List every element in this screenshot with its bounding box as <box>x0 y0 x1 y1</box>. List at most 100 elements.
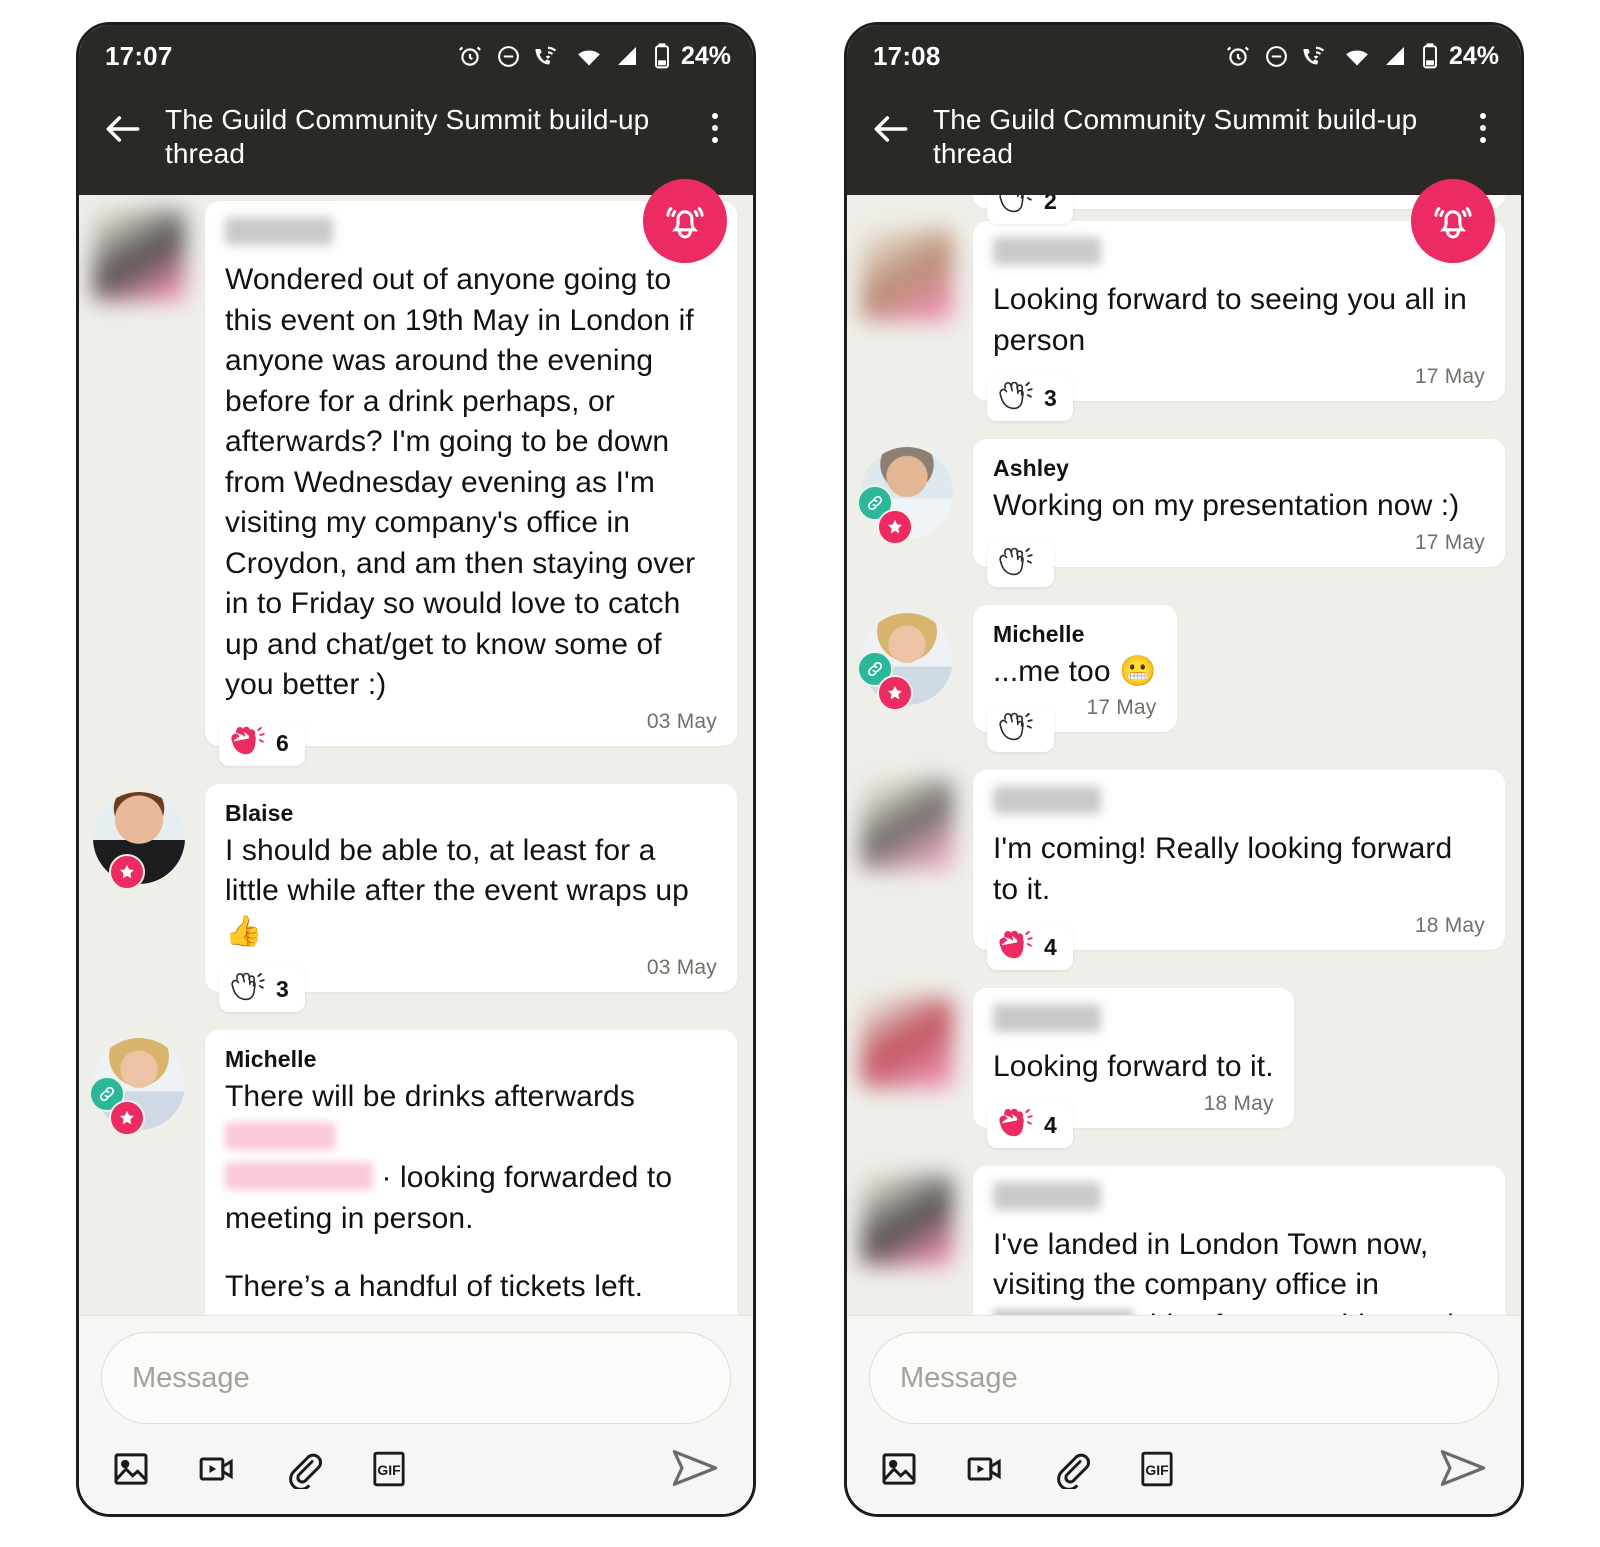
image-icon[interactable] <box>877 1447 921 1491</box>
message-row: Blaise I should be able to, at least for… <box>93 783 737 1013</box>
message-input[interactable] <box>101 1332 731 1424</box>
do-not-disturb-icon <box>496 44 521 69</box>
message-input[interactable] <box>869 1332 1499 1424</box>
message-row: Looking forward to it. 18 May 4 <box>861 988 1505 1148</box>
avatar[interactable] <box>89 1030 193 1137</box>
reaction-chip[interactable]: 3 <box>987 376 1073 422</box>
message-text: I'm coming! Really looking forward to it… <box>993 832 1453 906</box>
message-bubble[interactable]: Wondered out of anyone going to this eve… <box>205 201 737 766</box>
notification-bell-icon[interactable] <box>1411 179 1495 263</box>
message-bubble[interactable]: Ashley Working on my presentation now :)… <box>973 439 1505 587</box>
avatar[interactable] <box>857 439 961 546</box>
message-timestamp: 17 May <box>1414 365 1485 389</box>
reaction-chip[interactable]: 2 <box>987 195 1073 225</box>
phone-right: 17:08 24% The Guild Community Summit bui… <box>844 22 1524 1517</box>
message-timestamp: 17 May <box>1086 696 1157 720</box>
sender-name: Michelle <box>993 620 1085 647</box>
page-title: The Guild Community Summit build-up thre… <box>933 104 1418 170</box>
message-thread-right[interactable]: 2 Looking forward to seeing you all in p… <box>847 195 1521 1315</box>
message-bubble[interactable]: Michelle ...me too 😬 17 May <box>973 604 1177 753</box>
avatar[interactable] <box>857 605 961 711</box>
wifi-calling-icon <box>1302 44 1330 69</box>
message-bubble[interactable]: I'm coming! Really looking forward to it… <box>973 770 1505 971</box>
battery-percent: 24% <box>1448 41 1499 70</box>
attachment-icon[interactable] <box>281 1447 325 1491</box>
clapping-hands-icon <box>997 547 1035 582</box>
avatar[interactable] <box>861 770 961 871</box>
star-badge-icon <box>109 1100 145 1137</box>
clapping-hands-icon <box>997 195 1035 219</box>
status-bar-right: 17:08 24% <box>847 25 1521 87</box>
reaction-chip[interactable] <box>987 541 1054 587</box>
message-meta: 17 May <box>993 531 1485 555</box>
sender-name-redacted <box>993 1181 1101 1210</box>
message-row: Wondered out of anyone going to this eve… <box>93 201 737 766</box>
svg-text:GIF: GIF <box>377 1462 401 1478</box>
message-bubble[interactable]: Looking forward to it. 18 May 4 <box>973 988 1294 1148</box>
kebab-menu-icon[interactable] <box>695 113 735 143</box>
battery-percent: 24% <box>680 41 731 70</box>
clapping-hands-icon <box>997 381 1035 416</box>
avatar[interactable] <box>861 988 961 1089</box>
avatar[interactable] <box>93 784 193 890</box>
message-row: Michelle ...me too 😬 17 May <box>857 604 1505 753</box>
message-text: There will be drinks afterwards · lookin… <box>225 1077 717 1315</box>
star-badge-icon <box>877 674 913 711</box>
message-bubble[interactable]: Michelle There will be drinks afterwards… <box>205 1030 737 1315</box>
message-bubble[interactable]: Blaise I should be able to, at least for… <box>205 783 737 1013</box>
reaction-chip[interactable] <box>987 707 1054 753</box>
alarm-icon <box>457 43 483 69</box>
message-bubble[interactable]: I've landed in London Town now, visiting… <box>973 1165 1505 1315</box>
message-thread-left[interactable]: Wondered out of anyone going to this eve… <box>79 195 753 1315</box>
reaction-chip[interactable]: 6 <box>219 720 305 766</box>
phone-left: 17:07 24% The Guild Community Summit bui… <box>76 22 756 1517</box>
sender-name: Michelle <box>225 1046 317 1073</box>
back-arrow-icon[interactable] <box>869 107 913 151</box>
signal-icon <box>1384 44 1408 68</box>
avatar-image-blurred <box>861 996 953 1089</box>
app-bar-left: The Guild Community Summit build-up thre… <box>79 87 753 196</box>
avatar[interactable] <box>861 221 961 322</box>
avatar-image-blurred <box>93 209 185 302</box>
message-text: I should be able to, at least for a litt… <box>225 833 689 948</box>
page-title: The Guild Community Summit build-up thre… <box>165 104 650 170</box>
status-icons: 24% <box>457 42 731 71</box>
reaction-count: 6 <box>276 729 289 756</box>
composer-tools: GIF <box>101 1424 731 1500</box>
send-icon[interactable] <box>669 1442 723 1496</box>
message-paragraph: There will be drinks afterwards · lookin… <box>225 1077 717 1239</box>
message-text-part: I've landed in London Town now, visiting… <box>993 1227 1429 1302</box>
avatar[interactable] <box>861 1166 961 1266</box>
reaction-chip[interactable]: 4 <box>987 925 1073 971</box>
avatar[interactable] <box>93 201 193 302</box>
signal-icon <box>616 44 640 68</box>
sender-name: Blaise <box>225 799 294 826</box>
status-bar-left: 17:07 24% <box>79 25 753 87</box>
message-paragraph: There’s a handful of tickets left. Grab … <box>225 1270 644 1315</box>
attachment-icon[interactable] <box>1049 1447 1093 1491</box>
notification-bell-icon[interactable] <box>643 179 727 263</box>
kebab-menu-icon[interactable] <box>1463 113 1503 143</box>
redacted-text <box>993 1308 1133 1315</box>
reaction-chip[interactable]: 3 <box>219 967 305 1013</box>
message-row: Ashley Working on my presentation now :)… <box>857 439 1505 587</box>
gif-icon[interactable]: GIF <box>1135 1447 1179 1491</box>
reaction-chip[interactable]: 4 <box>987 1102 1073 1148</box>
status-clock: 17:07 <box>105 40 173 71</box>
composer-right: GIF <box>847 1315 1521 1514</box>
video-icon[interactable] <box>963 1447 1007 1491</box>
image-icon[interactable] <box>109 1447 153 1491</box>
composer-tools: GIF <box>869 1424 1499 1500</box>
message-row: Looking forward to seeing you all in per… <box>861 221 1505 422</box>
send-icon[interactable] <box>1437 1442 1491 1496</box>
reaction-count: 3 <box>1044 385 1057 412</box>
gif-icon[interactable]: GIF <box>367 1447 411 1491</box>
app-bar-right: The Guild Community Summit build-up thre… <box>847 87 1521 196</box>
battery-icon <box>1421 43 1439 69</box>
message-text-part: There will be drinks afterwards <box>225 1080 635 1114</box>
video-icon[interactable] <box>195 1447 239 1491</box>
message-timestamp: 17 May <box>1414 530 1485 554</box>
message-timestamp: 18 May <box>1414 914 1485 938</box>
back-arrow-icon[interactable] <box>101 107 145 151</box>
